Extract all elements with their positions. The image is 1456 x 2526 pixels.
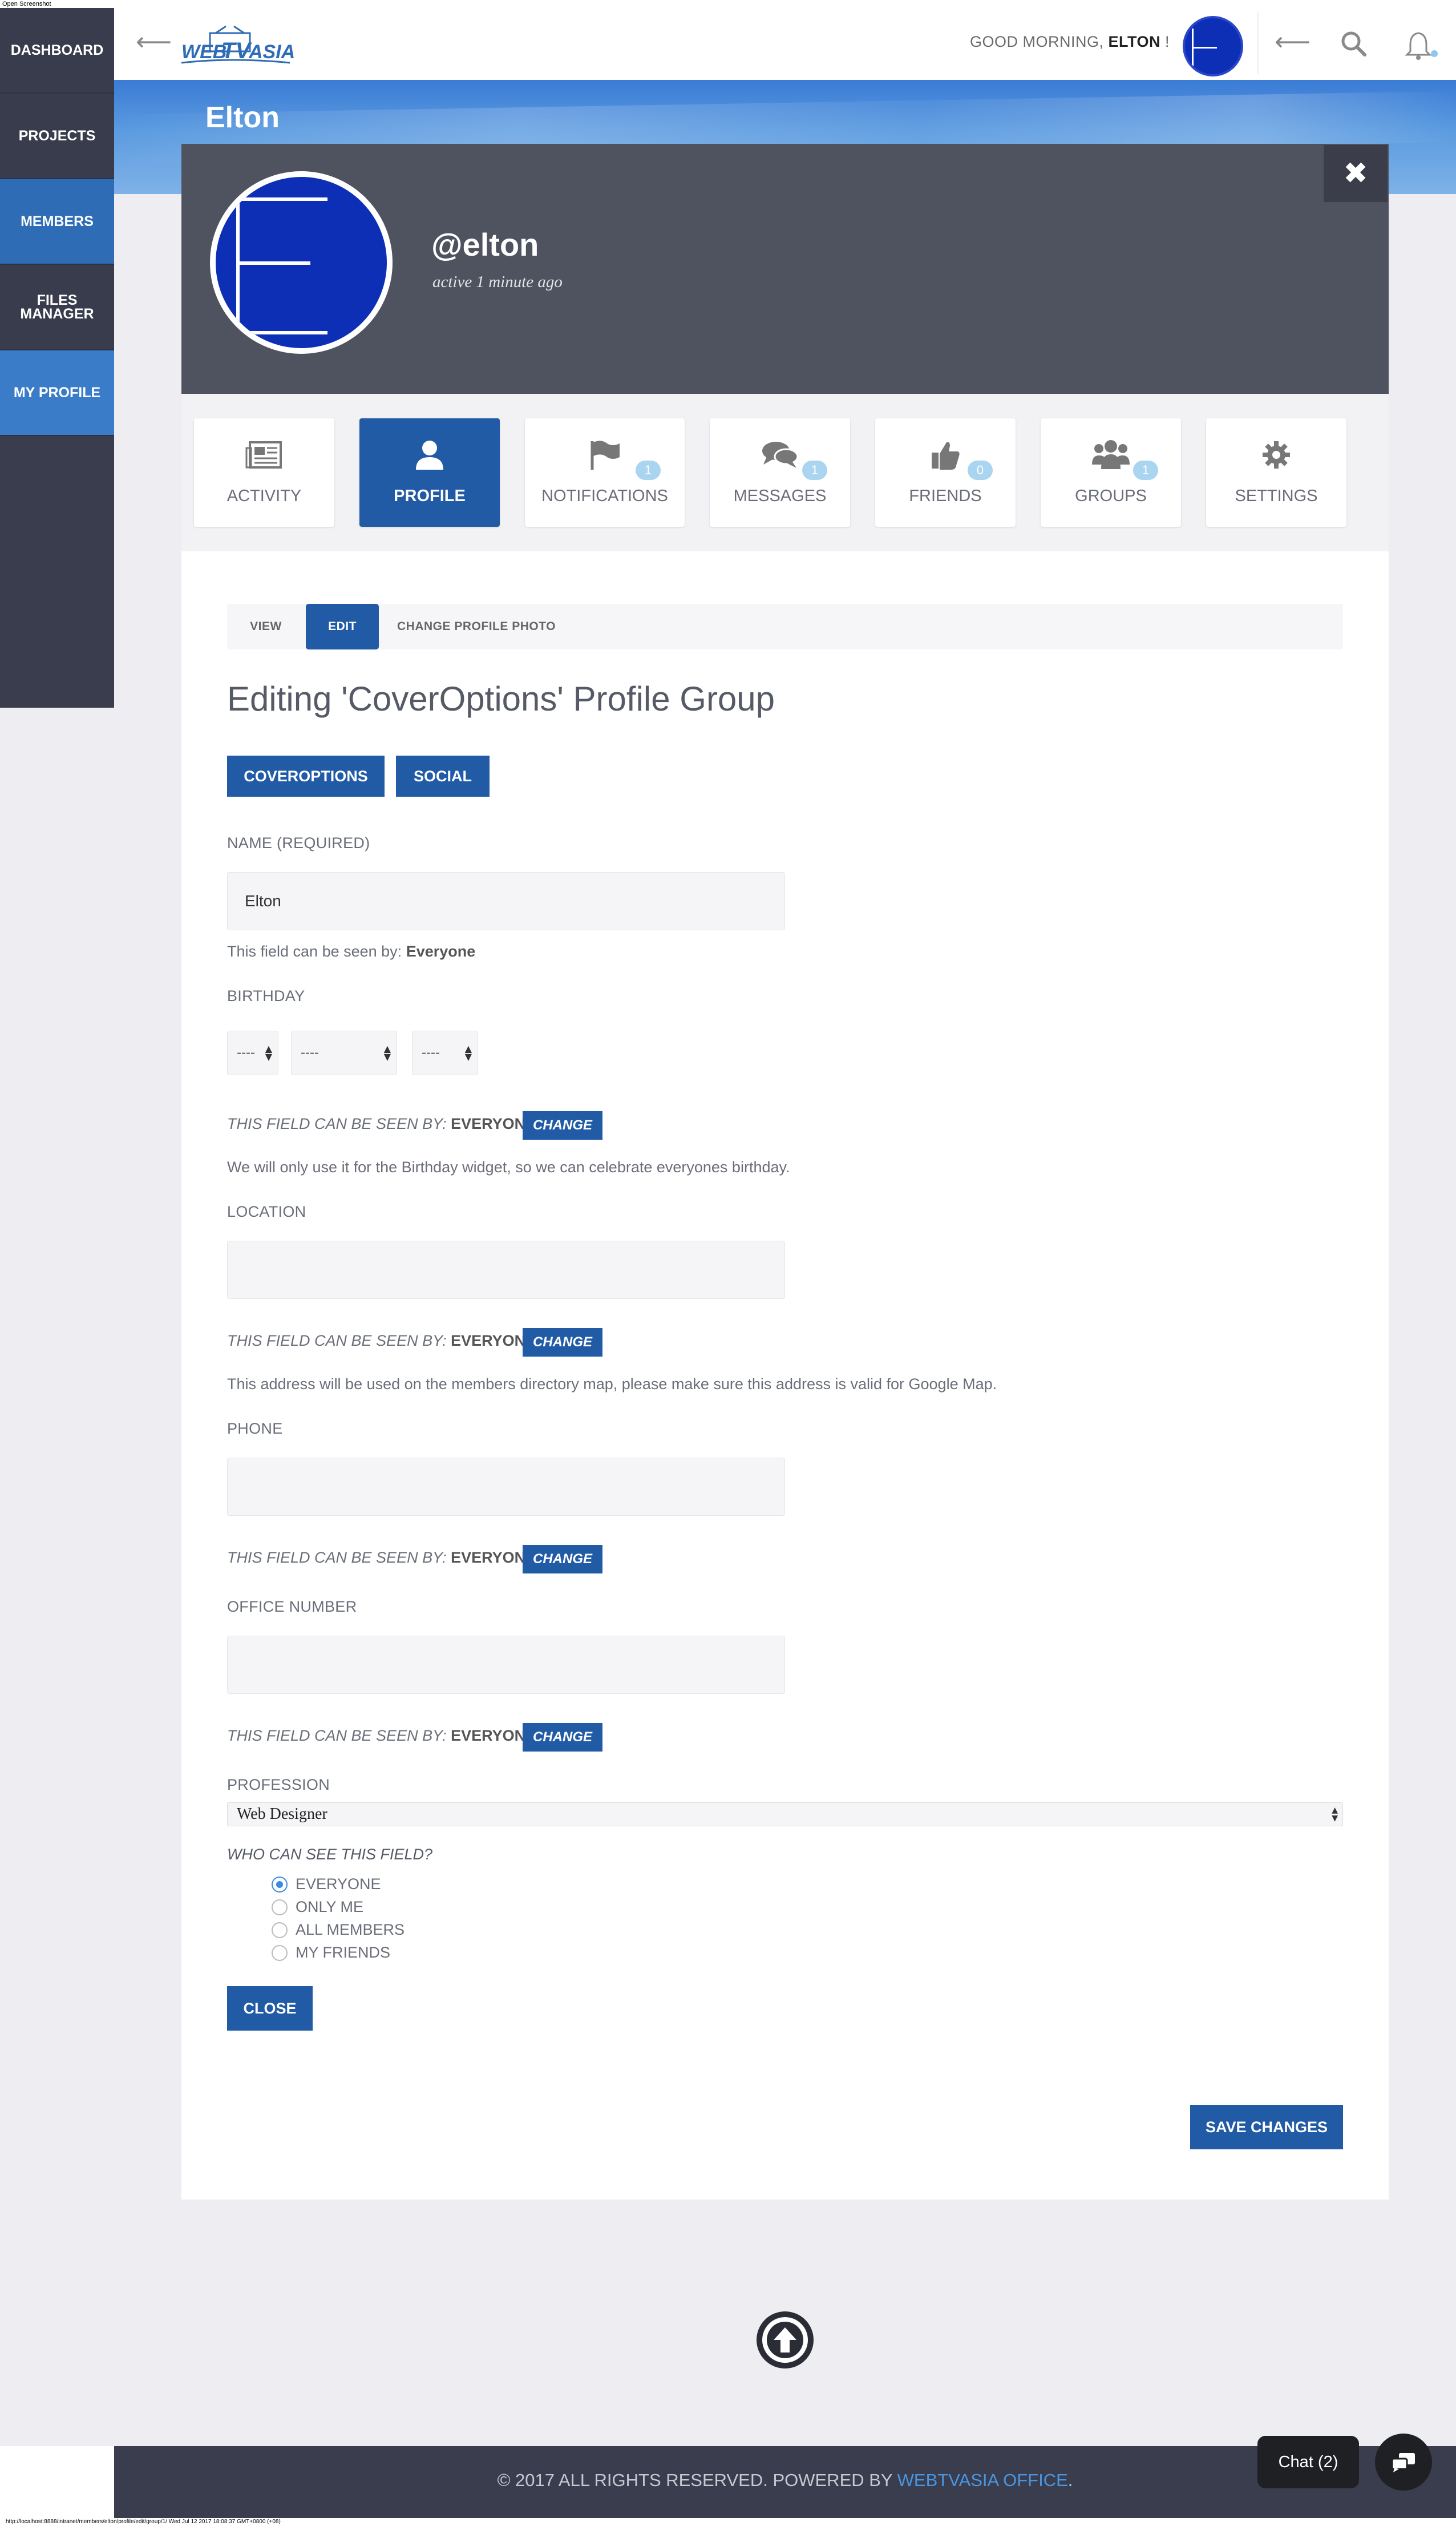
users-icon: [1041, 438, 1181, 472]
thumbs-up-icon: [875, 438, 1016, 472]
birthday-description: We will only use it for the Birthday wid…: [227, 1159, 790, 1176]
profile-avatar[interactable]: [210, 171, 393, 354]
footer-link[interactable]: WEBTVASIA OFFICE: [897, 2470, 1068, 2490]
phone-visibility: THIS FIELD CAN BE SEEN BY: EVERYONE: [227, 1549, 536, 1566]
phone-change-button[interactable]: CHANGE: [523, 1545, 602, 1573]
back-arrow-icon[interactable]: ⟵: [1275, 27, 1311, 57]
office-number-visibility: THIS FIELD CAN BE SEEN BY: EVERYONE: [227, 1727, 536, 1744]
user-icon: [359, 438, 500, 472]
groups-badge: 1: [1133, 461, 1158, 480]
tab-settings[interactable]: SETTINGS: [1206, 418, 1346, 527]
sidebar-item-projects[interactable]: PROJECTS: [0, 94, 114, 179]
edit-group-title: Editing 'CoverOptions' Profile Group: [227, 680, 775, 718]
profile-handle: @elton: [431, 227, 539, 263]
gear-icon: [1206, 438, 1346, 472]
location-change-button[interactable]: CHANGE: [523, 1328, 602, 1357]
close-icon[interactable]: ✖: [1324, 145, 1388, 202]
radio-unchecked[interactable]: [272, 1922, 288, 1938]
radio-unchecked[interactable]: [272, 1899, 288, 1915]
profile-activity: active 1 minute ago: [432, 273, 563, 291]
tab-notifications[interactable]: 1 NOTIFICATIONS: [525, 418, 685, 527]
window-title: Open Screenshot: [0, 0, 1456, 8]
chat-button[interactable]: Chat (2): [1257, 2436, 1359, 2488]
tab-friends[interactable]: 0 FRIENDS: [875, 418, 1016, 527]
webtvasia-logo[interactable]: WEB TV ASIA: [181, 23, 296, 68]
notifications-badge: 1: [636, 461, 661, 480]
location-visibility: THIS FIELD CAN BE SEEN BY: EVERYONE: [227, 1332, 536, 1349]
top-header: [114, 8, 1456, 80]
flag-icon: [525, 438, 685, 472]
profession-select[interactable]: Web Designer ▲ ▼: [227, 1802, 1343, 1826]
banner-name: Elton: [205, 101, 280, 134]
subnav-view[interactable]: VIEW: [227, 604, 305, 649]
phone-label: PHONE: [227, 1420, 283, 1437]
office-number-change-button[interactable]: CHANGE: [523, 1723, 602, 1752]
phone-field[interactable]: [227, 1458, 785, 1516]
birthday-year-select[interactable]: ---- ▲ ▼: [412, 1031, 478, 1075]
location-label: LOCATION: [227, 1203, 306, 1220]
sidebar-item-dashboard[interactable]: DASHBOARD: [0, 8, 114, 94]
tab-profile[interactable]: PROFILE: [359, 418, 500, 527]
profession-label: PROFESSION: [227, 1776, 330, 1793]
greeting: GOOD MORNING, ELTON !: [970, 33, 1170, 50]
office-number-field[interactable]: [227, 1636, 785, 1694]
newspaper-icon: [194, 438, 334, 472]
visibility-option-everyone[interactable]: EVERYONE: [272, 1875, 381, 1893]
office-number-label: OFFICE NUMBER: [227, 1598, 357, 1615]
subnav-change-profile-photo[interactable]: CHANGE PROFILE PHOTO: [388, 604, 565, 649]
radio-checked[interactable]: [272, 1876, 288, 1893]
name-field[interactable]: Elton: [227, 872, 785, 930]
header-divider: [1257, 11, 1259, 74]
birthday-day-select[interactable]: ---- ▲ ▼: [227, 1031, 278, 1075]
collapse-sidebar-arrow-icon[interactable]: ⟵: [136, 27, 172, 57]
save-changes-button[interactable]: SAVE CHANGES: [1190, 2105, 1343, 2149]
location-description: This address will be used on the members…: [227, 1375, 997, 1393]
tab-messages[interactable]: 1 MESSAGES: [710, 418, 850, 527]
header-avatar[interactable]: [1183, 16, 1243, 76]
birthday-visibility: THIS FIELD CAN BE SEEN BY: EVERYONE: [227, 1115, 536, 1132]
birthday-month-select[interactable]: ---- ▲ ▼: [291, 1031, 397, 1075]
status-bar: http://localhost:8888/intranet/members/e…: [0, 2518, 1456, 2526]
group-coveroptions-button[interactable]: COVEROPTIONS: [227, 756, 385, 797]
group-social-button[interactable]: SOCIAL: [396, 756, 490, 797]
search-icon[interactable]: [1340, 30, 1367, 59]
sidebar: DASHBOARD PROJECTS MEMBERS FILES MANAGER…: [0, 8, 114, 708]
sidebar-item-members[interactable]: MEMBERS: [0, 179, 114, 265]
footer-gap: [0, 2446, 114, 2518]
friends-badge: 0: [968, 461, 993, 480]
visibility-option-all-members[interactable]: ALL MEMBERS: [272, 1921, 405, 1939]
name-label: NAME (REQUIRED): [227, 834, 370, 852]
footer-text: © 2017 ALL RIGHTS RESERVED. POWERED BY W…: [497, 2470, 1073, 2490]
tab-groups[interactable]: 1 GROUPS: [1041, 418, 1181, 527]
bell-icon[interactable]: [1405, 29, 1439, 65]
visibility-question: WHO CAN SEE THIS FIELD?: [227, 1846, 433, 1863]
subnav-edit[interactable]: EDIT: [306, 604, 379, 649]
radio-unchecked[interactable]: [272, 1944, 288, 1961]
chat-bubbles-icon[interactable]: [1375, 2434, 1432, 2491]
location-field[interactable]: [227, 1241, 785, 1299]
birthday-change-button[interactable]: CHANGE: [523, 1111, 602, 1140]
close-visibility-button[interactable]: CLOSE: [227, 1986, 313, 2031]
birthday-label: BIRTHDAY: [227, 987, 305, 1004]
sidebar-item-my-profile[interactable]: MY PROFILE: [0, 350, 114, 436]
messages-badge: 1: [802, 461, 827, 480]
comments-icon: [710, 438, 850, 472]
tab-activity[interactable]: ACTIVITY: [194, 418, 334, 527]
name-visibility: This field can be seen by: Everyone: [227, 943, 476, 960]
visibility-option-my-friends[interactable]: MY FRIENDS: [272, 1944, 390, 1962]
visibility-option-only-me[interactable]: ONLY ME: [272, 1898, 363, 1916]
back-to-top-icon[interactable]: [757, 2311, 814, 2368]
sidebar-item-files-manager[interactable]: FILES MANAGER: [0, 265, 114, 350]
